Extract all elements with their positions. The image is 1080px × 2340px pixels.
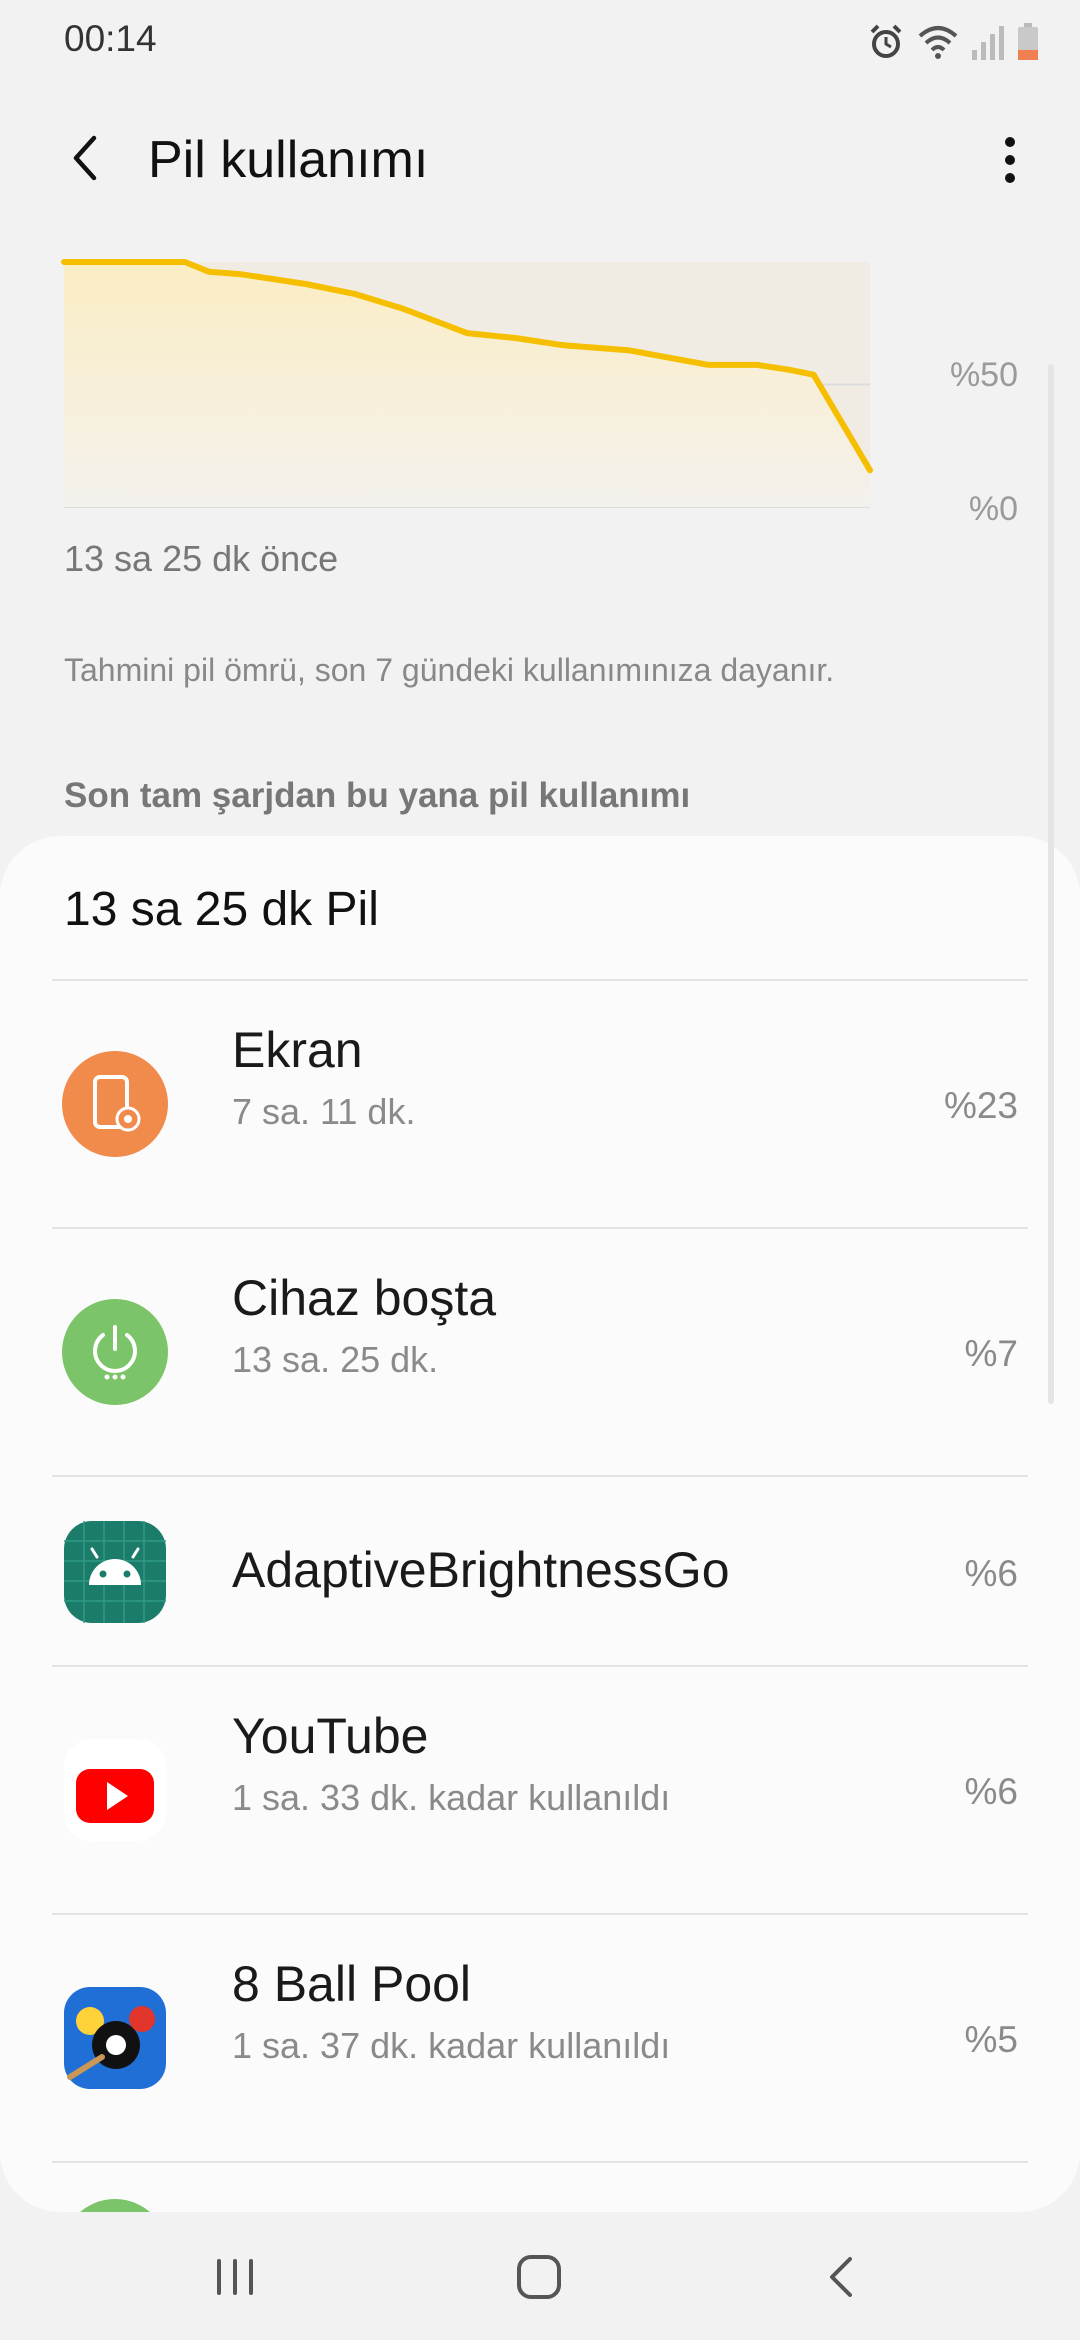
battery-chart-svg [61, 259, 873, 508]
section-title: Son tam şarjdan bu yana pil kullanımı [64, 776, 691, 815]
home-button[interactable] [494, 2242, 584, 2312]
usage-item-name: 8 Ball Pool [232, 1956, 472, 2012]
nav-back-icon [830, 2257, 852, 2297]
usage-item-name: AdaptiveBrightnessGo [232, 1542, 730, 1598]
usage-item-duration: 7 sa. 11 dk. [232, 1091, 416, 1132]
youtube-icon [62, 1737, 168, 1843]
power-idle-icon [62, 1299, 168, 1405]
app-bar: Pil kullanımı [0, 110, 1080, 210]
usage-item-name: Cihaz boşta [232, 1270, 497, 1326]
screen-icon [62, 1051, 168, 1157]
nav-back-button[interactable] [796, 2242, 886, 2312]
usage-card: 13 sa 25 dk Pil Ekran 7 sa. 11 dk. %23 C… [0, 836, 1080, 2212]
usage-item-duration: 1 sa. 33 dk. kadar kullanıldı [232, 1777, 671, 1818]
battery-low-icon [1018, 23, 1038, 60]
status-icons [866, 18, 1040, 66]
usage-row-cihaz-bosta[interactable]: Cihaz boşta 13 sa. 25 dk. %7 [0, 1229, 1080, 1477]
wifi-icon [918, 26, 958, 59]
signal-icon [972, 26, 1004, 60]
usage-item-percent: %5 [964, 2019, 1018, 2060]
usage-item-duration: 13 sa. 25 dk. [232, 1339, 439, 1380]
page-title: Pil kullanımı [148, 131, 429, 189]
home-icon [517, 2255, 561, 2299]
battery-chart: %50 %0 [0, 240, 1080, 540]
status-bar: 00:14 [0, 0, 1080, 84]
usage-row-partial[interactable] [0, 2163, 1080, 2212]
usage-item-name: Ekran [232, 1022, 363, 1078]
navigation-bar [0, 2212, 1080, 2340]
scrollbar[interactable] [1048, 364, 1054, 1404]
usage-item-percent: %6 [964, 1553, 1018, 1594]
usage-row-adaptive-brightness[interactable]: AdaptiveBrightnessGo %6 [0, 1477, 1080, 1667]
y-tick-50: %50 [949, 356, 1018, 394]
app-icon [62, 2199, 168, 2212]
android-app-icon [62, 1519, 168, 1625]
alarm-icon [870, 24, 902, 58]
usage-item-duration: 1 sa. 37 dk. kadar kullanıldı [232, 2025, 671, 2066]
usage-item-name: YouTube [232, 1708, 429, 1764]
usage-item-percent: %7 [964, 1333, 1018, 1374]
recent-apps-button[interactable] [190, 2242, 280, 2312]
arrow-back-icon [73, 135, 97, 181]
usage-row-ekran[interactable]: Ekran 7 sa. 11 dk. %23 [0, 981, 1080, 1229]
more-vert-icon [1005, 137, 1015, 183]
usage-item-percent: %23 [943, 1085, 1018, 1126]
8-ball-pool-icon [62, 1985, 168, 2091]
estimate-info-text: Tahmini pil ömrü, son 7 gündeki kullanım… [64, 652, 835, 688]
y-tick-0: %0 [968, 490, 1018, 528]
usage-item-percent: %6 [964, 1771, 1018, 1812]
status-time: 00:14 [64, 18, 157, 59]
usage-row-youtube[interactable]: YouTube 1 sa. 33 dk. kadar kullanıldı %6 [0, 1667, 1080, 1915]
back-button[interactable] [56, 128, 116, 188]
usage-row-8-ball-pool[interactable]: 8 Ball Pool 1 sa. 37 dk. kadar kullanıld… [0, 1915, 1080, 2163]
usage-total-title: 13 sa 25 dk Pil [64, 883, 379, 936]
chart-x-start-label: 13 sa 25 dk önce [64, 538, 339, 579]
more-options-button[interactable] [980, 128, 1040, 192]
recent-apps-icon [217, 2259, 253, 2295]
